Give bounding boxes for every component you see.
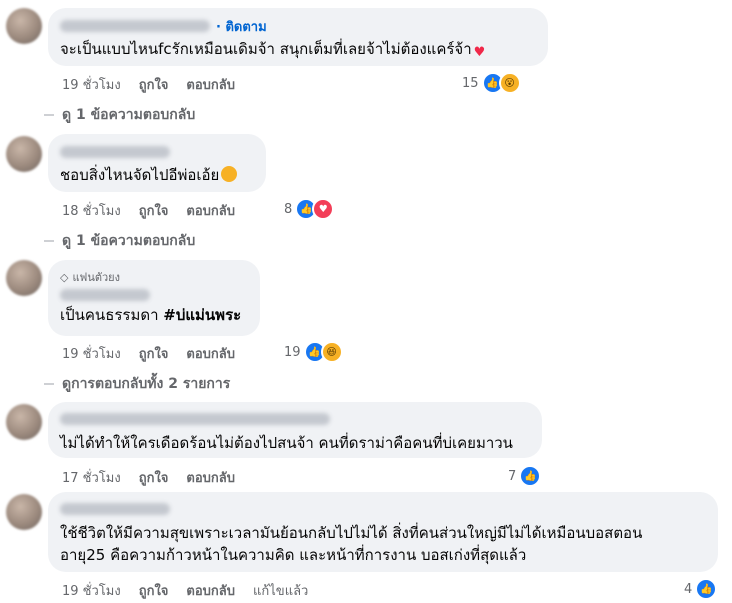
timestamp[interactable]: 19 ชั่วโมง: [62, 74, 121, 95]
comment-bubble: ใช้ชีวิตให้มีความสุขเพราะเวลามันย้อนกลับ…: [48, 492, 718, 572]
heart-emoji-icon: ♥: [473, 45, 486, 60]
comment-bubble: ◇ แฟนตัวยง เป็นคนธรรมดา #บ่แม่นพระ: [48, 260, 260, 336]
comment-actions: 18 ชั่วโมง ถูกใจ ตอบกลับ: [62, 200, 235, 221]
reply-connector: [44, 114, 54, 116]
view-replies-label: ดูการตอบกลับทั้ง 2 รายการ: [62, 376, 231, 392]
diamond-icon: ◇: [60, 270, 69, 284]
comment-text-line: อายุ25 คือความก้าวหน้าในความคิด และหน้าท…: [60, 546, 527, 564]
laughing-emoji-icon: [221, 166, 238, 182]
comment-actions: 17 ชั่วโมง ถูกใจ ตอบกลับ: [62, 467, 235, 488]
comment-text: จะเป็นแบบไหนfcรักเหมือนเดิมจ้า สนุกเต็มท…: [60, 40, 486, 60]
like-button[interactable]: ถูกใจ: [139, 74, 169, 95]
avatar[interactable]: [6, 136, 42, 172]
timestamp[interactable]: 18 ชั่วโมง: [62, 200, 121, 221]
edited-label: แก้ไขแล้ว: [253, 584, 309, 599]
avatar[interactable]: [6, 260, 42, 296]
comment-actions: 19 ชั่วโมง ถูกใจ ตอบกลับ: [62, 343, 235, 364]
view-replies-link[interactable]: ดู 1 ข้อความตอบกลับ: [44, 104, 195, 126]
reply-connector: [44, 240, 54, 242]
like-button[interactable]: ถูกใจ: [139, 200, 169, 221]
top-fan-badge: ◇ แฟนตัวยง: [60, 268, 248, 286]
reply-button[interactable]: ตอบกลับ: [186, 200, 235, 221]
like-icon: 👍: [519, 465, 542, 487]
comment-text: ชอบสิ่งไหนจัดไปอีพ่อเอ้ย: [60, 164, 254, 186]
like-button[interactable]: ถูกใจ: [139, 467, 169, 488]
reaction-summary[interactable]: 15 👍 😮: [462, 72, 521, 94]
view-replies-link[interactable]: ดู 1 ข้อความตอบกลับ: [44, 230, 195, 252]
comment-bubble: ไม่ได้ทำให้ใครเดือดร้อนไม่ต้องไปสนจ้า คน…: [48, 402, 542, 458]
reaction-count: 8: [284, 201, 293, 217]
like-button[interactable]: ถูกใจ: [139, 580, 169, 601]
follow-link[interactable]: · ติดตาม: [216, 16, 267, 37]
comment-bubble: · ติดตาม จะเป็นแบบไหนfcรักเหมือนเดิมจ้า …: [48, 8, 548, 66]
timestamp[interactable]: 19 ชั่วโมง: [62, 343, 121, 364]
reaction-count: 7: [508, 468, 517, 484]
reply-button[interactable]: ตอบกลับ: [186, 74, 235, 95]
haha-icon: 😆: [320, 341, 343, 363]
commenter-name[interactable]: [60, 503, 170, 515]
commenter-name[interactable]: [60, 146, 170, 158]
avatar[interactable]: [6, 494, 42, 530]
view-replies-label: ดู 1 ข้อความตอบกลับ: [62, 233, 196, 249]
comment-text: ใช้ชีวิตให้มีความสุขเพราะเวลามันย้อนกลับ…: [60, 522, 706, 566]
badge-label: แฟนตัวยง: [72, 271, 121, 284]
view-replies-link[interactable]: ดูการตอบกลับทั้ง 2 รายการ: [44, 373, 230, 395]
reaction-summary[interactable]: 7 👍: [508, 465, 542, 487]
comment-bubble: ชอบสิ่งไหนจัดไปอีพ่อเอ้ย: [48, 134, 266, 192]
like-button[interactable]: ถูกใจ: [139, 343, 169, 364]
reply-button[interactable]: ตอบกลับ: [186, 580, 235, 601]
commenter-name[interactable]: [60, 20, 210, 32]
avatar[interactable]: [6, 8, 42, 44]
avatar[interactable]: [6, 404, 42, 440]
commenter-name[interactable]: [60, 413, 330, 425]
reaction-summary[interactable]: 8 👍 ♥: [284, 198, 335, 220]
reaction-count: 19: [284, 344, 301, 360]
view-replies-label: ดู 1 ข้อความตอบกลับ: [62, 107, 196, 123]
comment-actions: 19 ชั่วโมง ถูกใจ ตอบกลับ: [62, 74, 235, 95]
like-icon: 👍: [695, 578, 718, 600]
reaction-count: 4: [684, 581, 693, 597]
commenter-name[interactable]: [60, 289, 150, 301]
reply-connector: [44, 383, 54, 385]
reaction-summary[interactable]: 4 👍: [684, 578, 718, 600]
comment-actions: 19 ชั่วโมง ถูกใจ ตอบกลับ แก้ไขแล้ว: [62, 580, 308, 601]
reaction-summary[interactable]: 19 👍 😆: [284, 341, 343, 363]
reaction-count: 15: [462, 75, 479, 91]
hashtag-link[interactable]: #บ่แม่นพระ: [163, 306, 241, 324]
reply-button[interactable]: ตอบกลับ: [186, 467, 235, 488]
timestamp[interactable]: 19 ชั่วโมง: [62, 580, 121, 601]
love-icon: ♥: [312, 198, 335, 220]
comment-text: ไม่ได้ทำให้ใครเดือดร้อนไม่ต้องไปสนจ้า คน…: [60, 434, 513, 452]
timestamp[interactable]: 17 ชั่วโมง: [62, 467, 121, 488]
comment-text-line: ใช้ชีวิตให้มีความสุขเพราะเวลามันย้อนกลับ…: [60, 524, 643, 542]
wow-icon: 😮: [498, 72, 521, 94]
reply-button[interactable]: ตอบกลับ: [186, 343, 235, 364]
comment-text: เป็นคนธรรมดา #บ่แม่นพระ: [60, 306, 242, 324]
